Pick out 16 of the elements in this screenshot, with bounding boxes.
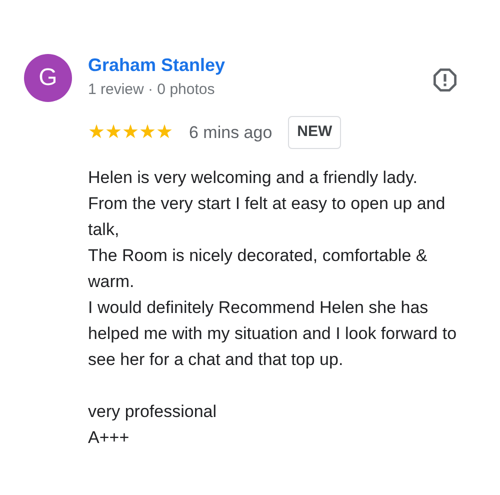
report-icon[interactable] [432,67,458,93]
review-text: very professional [88,400,218,422]
review-text: A+++ [88,426,130,448]
star-icon: ★ [156,122,173,142]
review-text: I would definitely Recommend Helen she has helped me with my situation and I look forward to see her for a chat and that top up. [88,296,458,370]
author-name-link[interactable]: Graham Stanley [88,54,226,76]
review-text: The Room is nicely decorated, comfortable & warm. [88,244,428,292]
star-icon: ★ [105,122,122,142]
avatar: G [24,54,72,102]
review-text: Helen is very welcoming and a friendly lady. From the very start I felt at easy to open up and talk, [88,166,446,240]
star-icon: ★ [88,122,105,142]
review-meta: 1 review · 0 photos [88,80,216,100]
review-time: 6 mins ago [189,122,272,144]
star-icon: ★ [122,122,139,142]
star-icon: ★ [139,122,156,142]
new-badge: NEW [288,116,342,148]
